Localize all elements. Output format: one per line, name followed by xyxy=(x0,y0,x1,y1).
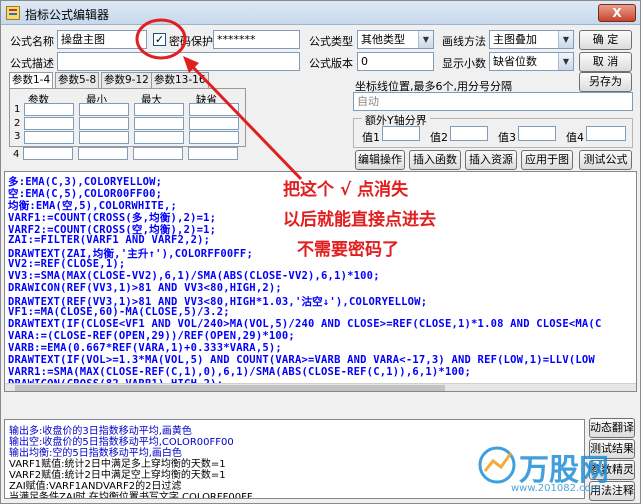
annotation-line-2: 以后就能直接点进去 xyxy=(283,210,436,230)
watermark-url: www.201082.com xyxy=(511,483,601,494)
formula-editor-window: 指标公式编辑器 X 公式名称 操盘主图 ✓ 密码保护 ******* 公式类型 … xyxy=(0,0,641,504)
annotation-line-3: 不需要密码了 xyxy=(297,240,399,260)
annotation-line-1: 把这个 √ 点消失 xyxy=(283,180,409,200)
arrow-line xyxy=(187,61,303,181)
highlight-circle xyxy=(135,18,187,60)
watermark: 万股网 www.201082.com xyxy=(471,437,631,501)
